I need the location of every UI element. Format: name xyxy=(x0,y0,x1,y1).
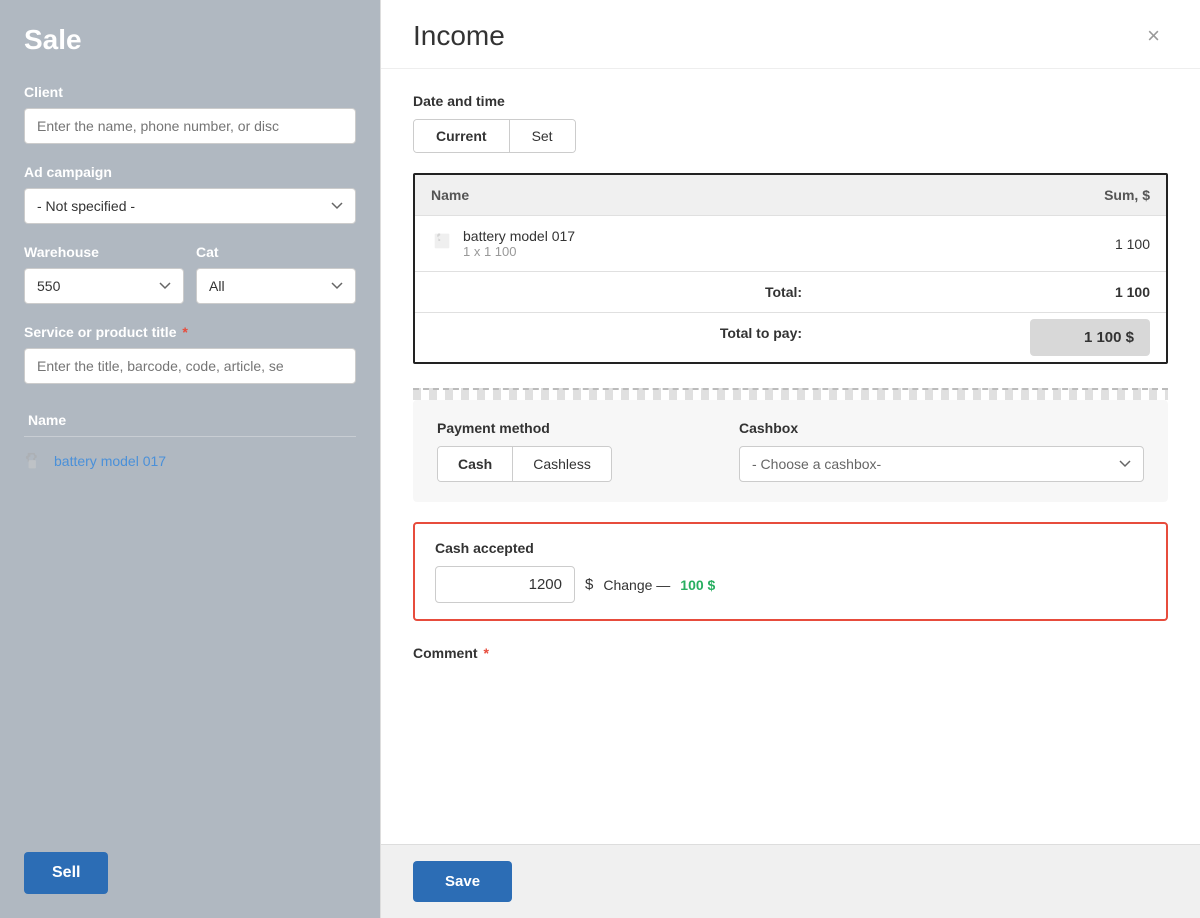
receipt-puzzle-icon xyxy=(431,230,453,252)
cashbox-label: Cashbox xyxy=(739,420,1144,436)
cashless-button[interactable]: Cashless xyxy=(513,447,611,481)
warehouse-label: Warehouse xyxy=(24,244,184,260)
modal-footer: Save xyxy=(381,844,1200,918)
sell-button[interactable]: Sell xyxy=(24,852,108,894)
client-label: Client xyxy=(24,84,356,100)
save-button[interactable]: Save xyxy=(413,861,512,902)
payment-section: Payment method Cash Cashless Cashbox - C… xyxy=(413,400,1168,502)
current-button[interactable]: Current xyxy=(414,120,510,152)
comment-required-star: * xyxy=(483,645,488,661)
sidebar-product-name[interactable]: battery model 017 xyxy=(54,453,166,469)
income-modal: Income × Date and time Current Set Name … xyxy=(380,0,1200,918)
date-time-btn-group: Current Set xyxy=(413,119,576,153)
cash-accepted-section: Cash accepted $ Change — 100 $ xyxy=(413,522,1168,621)
receipt-product-qty: 1 x 1 100 xyxy=(463,244,575,259)
total-pay-row: Total to pay: 1 100 $ xyxy=(415,313,1166,363)
total-pay-value: 1 100 $ xyxy=(1030,319,1150,356)
change-amount: 100 $ xyxy=(680,577,715,593)
category-select[interactable]: All xyxy=(196,268,356,304)
product-search-input[interactable] xyxy=(24,348,356,384)
wavy-divider xyxy=(413,388,1168,400)
total-row: Total: 1 100 xyxy=(415,272,1166,313)
close-button[interactable]: × xyxy=(1139,21,1168,51)
total-label: Total: xyxy=(415,272,818,313)
comment-section: Comment * xyxy=(413,645,1168,661)
sidebar: Sale Client Ad campaign - Not specified … xyxy=(0,0,380,918)
cash-button[interactable]: Cash xyxy=(438,447,513,481)
cash-accepted-input[interactable] xyxy=(435,566,575,603)
puzzle-icon xyxy=(24,451,46,473)
cashbox-group: Cashbox - Choose a cashbox- xyxy=(739,420,1144,482)
client-input[interactable] xyxy=(24,108,356,144)
dollar-sign: $ xyxy=(585,576,593,593)
comment-label: Comment * xyxy=(413,645,1168,661)
col-sum-header: Sum, $ xyxy=(818,175,1166,216)
sidebar-name-col: Name xyxy=(28,412,66,428)
receipt-table: Name Sum, $ xyxy=(415,175,1166,362)
modal-title: Income xyxy=(413,20,505,52)
payment-method-label: Payment method xyxy=(437,420,707,436)
required-star: * xyxy=(182,324,187,340)
sidebar-table-header: Name xyxy=(24,404,356,437)
product-title-label: Service or product title * xyxy=(24,324,356,340)
ad-campaign-label: Ad campaign xyxy=(24,164,356,180)
warehouse-select[interactable]: 550 xyxy=(24,268,184,304)
modal-body: Date and time Current Set Name Sum, $ xyxy=(381,69,1200,844)
receipt-product-name: battery model 017 xyxy=(463,228,575,244)
change-text: Change — xyxy=(603,577,670,593)
payment-btn-group: Cash Cashless xyxy=(437,446,612,482)
product-row: battery model 017 1 x 1 100 1 100 xyxy=(415,216,1166,272)
total-pay-label: Total to pay: xyxy=(415,313,818,363)
set-button[interactable]: Set xyxy=(510,120,575,152)
category-label: Cat xyxy=(196,244,356,260)
date-time-label: Date and time xyxy=(413,93,1168,109)
total-value: 1 100 xyxy=(818,272,1166,313)
ad-campaign-select[interactable]: - Not specified - xyxy=(24,188,356,224)
sidebar-product-row: battery model 017 xyxy=(24,445,356,477)
cashbox-select[interactable]: - Choose a cashbox- xyxy=(739,446,1144,482)
cash-accepted-label: Cash accepted xyxy=(435,540,1146,556)
payment-method-group: Payment method Cash Cashless xyxy=(437,420,707,482)
sale-title: Sale xyxy=(24,24,356,56)
receipt-container: Name Sum, $ xyxy=(413,173,1168,364)
modal-header: Income × xyxy=(381,0,1200,69)
col-name-header: Name xyxy=(415,175,818,216)
receipt-product-sum: 1 100 xyxy=(818,216,1166,272)
